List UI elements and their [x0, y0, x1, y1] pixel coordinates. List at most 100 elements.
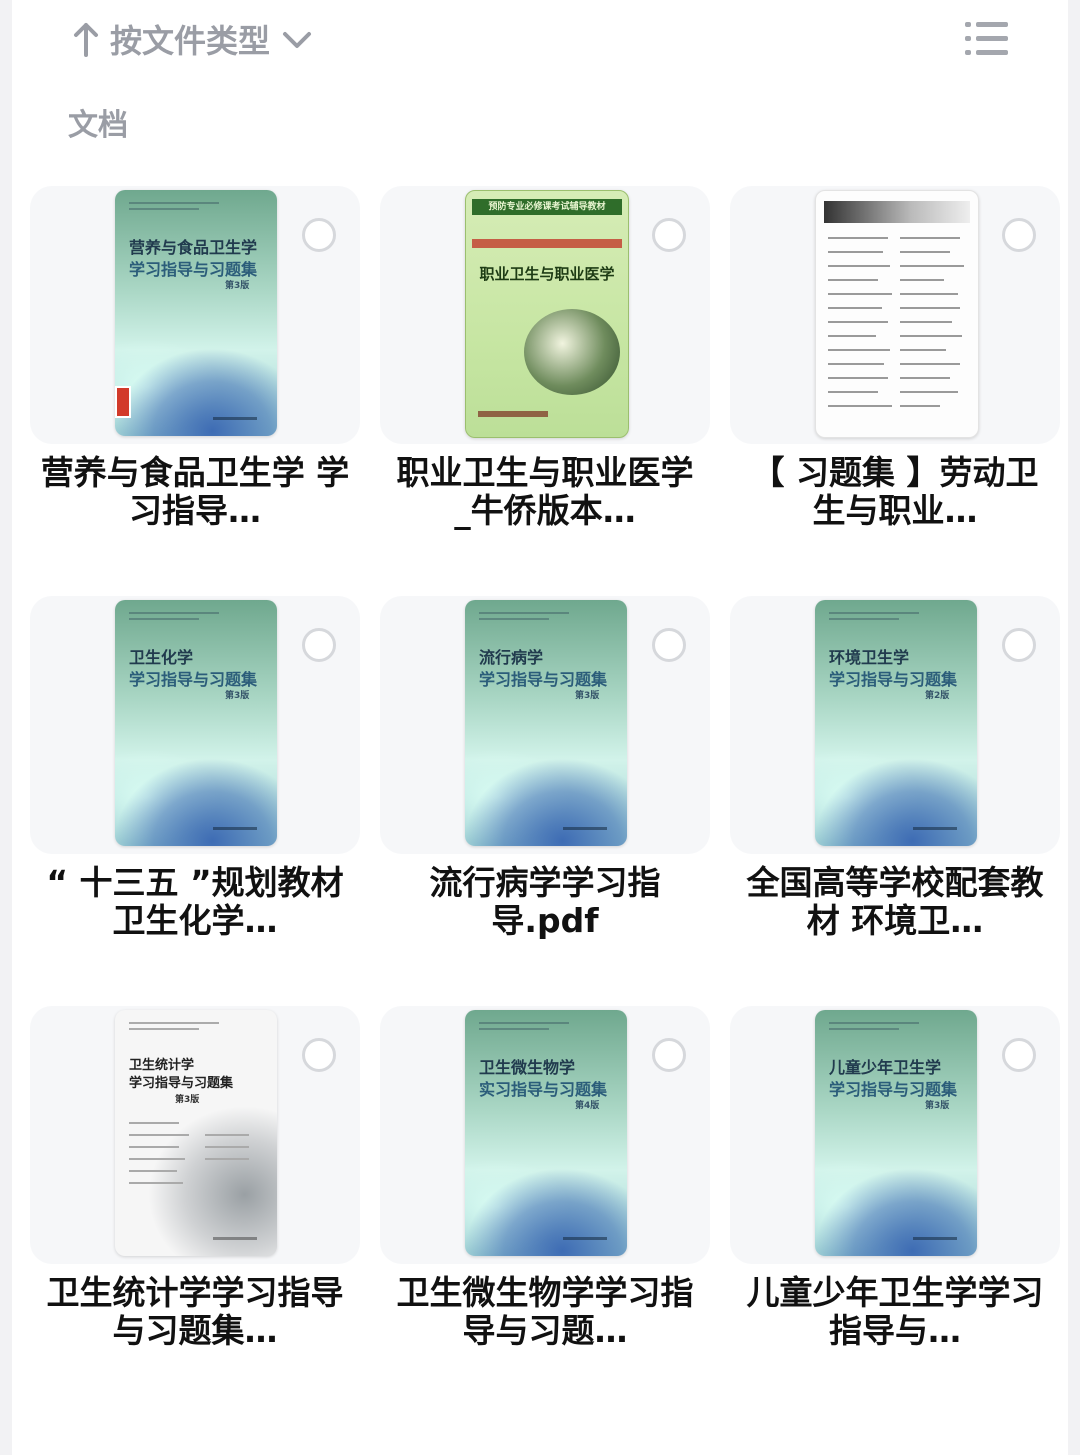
book-cover-thumbnail: 卫生微生物学 实习指导与习题集 第4版 [465, 1010, 627, 1256]
cover-title: 流行病学 [479, 648, 544, 667]
file-name: 【 习题集 】劳动卫生与职业… [751, 454, 1039, 530]
select-radio[interactable] [652, 218, 686, 252]
file-tile[interactable]: 营养与食品卫生学 学习指导与习题集 第3版 营养与食品卫生学 学习指导… [30, 186, 360, 566]
cover-header-line [129, 618, 199, 620]
text-line [900, 307, 960, 309]
cover-photo [524, 309, 620, 395]
cover-title: 卫生微生物学 [479, 1058, 576, 1077]
cover-header-line [829, 618, 899, 620]
file-name: 全国高等学校配套教材 环境卫… [746, 864, 1044, 940]
text-line [828, 293, 892, 295]
book-cover-thumbnail: 卫生化学 学习指导与习题集 第3版 [115, 600, 277, 846]
cover-header-line [129, 1022, 219, 1024]
select-radio[interactable] [652, 628, 686, 662]
text-line [828, 265, 890, 267]
sort-by-type-button[interactable]: 按文件类型 [72, 14, 314, 64]
text-line [900, 237, 960, 239]
text-line [828, 237, 888, 239]
file-tile[interactable]: 卫生化学 学习指导与习题集 第3版 “ 十三五 ”规划教材 卫生化学… [30, 596, 360, 976]
select-radio[interactable] [652, 1038, 686, 1072]
file-tile[interactable]: 儿童少年卫生学 学习指导与习题集 第3版 儿童少年卫生学学习指导与… [730, 1006, 1060, 1386]
author-line [205, 1146, 249, 1148]
cover-title: 卫生化学 [129, 648, 194, 667]
thumbnail-frame: 卫生化学 学习指导与习题集 第3版 [30, 596, 360, 854]
page-header [824, 201, 970, 223]
text-line [900, 265, 964, 267]
select-radio[interactable] [1002, 628, 1036, 662]
cover-title: 环境卫生学 [829, 648, 910, 667]
text-line [828, 335, 876, 337]
cover-subtitle: 学习指导与习题集 [829, 1080, 958, 1099]
thumbnail-frame: 流行病学 学习指导与习题集 第3版 [380, 596, 710, 854]
file-tile[interactable]: 【 习题集 】劳动卫生与职业… [730, 186, 1060, 566]
file-tile[interactable]: 卫生微生物学 实习指导与习题集 第4版 卫生微生物学学习指导与习题… [380, 1006, 710, 1386]
publisher-mark [213, 417, 257, 420]
file-tile[interactable]: 流行病学 学习指导与习题集 第3版 流行病学学习指导.pdf [380, 596, 710, 976]
book-cover-thumbnail: 预防专业必修课考试辅导教材 职业卫生与职业医学 [465, 190, 629, 438]
text-line [828, 307, 882, 309]
cover-subtitle: 学习指导与习题集 [129, 1076, 234, 1091]
cover-subtitle: 学习指导与习题集 [129, 260, 258, 279]
thumbnail-frame: 预防专业必修课考试辅导教材 职业卫生与职业医学 [380, 186, 710, 444]
text-line [900, 321, 952, 323]
file-tile[interactable]: 预防专业必修课考试辅导教材 职业卫生与职业医学 职业卫生与职业医学_牛侨版本… [380, 186, 710, 566]
list-view-icon[interactable] [962, 14, 1012, 64]
file-name: 卫生微生物学学习指导与习题… [396, 1274, 694, 1350]
thumbnail-frame: 卫生统计学 学习指导与习题集 第3版 [30, 1006, 360, 1264]
cover-edition: 第3版 [225, 281, 250, 291]
arrow-up-icon [74, 23, 98, 57]
cover-header-line [129, 612, 219, 614]
cover-header-line [129, 202, 219, 204]
file-tile[interactable]: 环境卫生学 学习指导与习题集 第2版 全国高等学校配套教材 环境卫… [730, 596, 1060, 976]
cover-subtitle: 学习指导与习题集 [479, 670, 608, 689]
cover-title: 儿童少年卫生学 [829, 1058, 942, 1077]
cover-band [472, 239, 622, 248]
cover-header-line [479, 612, 569, 614]
cover-header-line [479, 618, 549, 620]
text-line [828, 251, 883, 253]
sort-label: 按文件类型 [110, 22, 271, 60]
book-cover-thumbnail: 流行病学 学习指导与习题集 第3版 [465, 600, 627, 846]
library-stamp [115, 386, 131, 418]
cover-header-line [829, 612, 919, 614]
publisher-mark [213, 827, 257, 830]
thumbnail-frame: 卫生微生物学 实习指导与习题集 第4版 [380, 1006, 710, 1264]
text-line [900, 279, 944, 281]
publisher-mark [563, 1237, 607, 1240]
file-name: 流行病学学习指导.pdf [429, 864, 661, 940]
file-name: 儿童少年卫生学学习指导与… [746, 1274, 1044, 1350]
text-line [828, 391, 878, 393]
text-line [900, 293, 958, 295]
select-radio[interactable] [1002, 218, 1036, 252]
text-line [900, 251, 950, 253]
select-radio[interactable] [302, 1038, 336, 1072]
cover-subtitle: 学习指导与习题集 [129, 670, 258, 689]
document-page-thumbnail [815, 190, 979, 438]
author-line [129, 1158, 185, 1160]
text-line [900, 335, 962, 337]
author-line [129, 1170, 177, 1172]
top-bar: 按文件类型 [12, 0, 1068, 80]
publisher-mark [213, 1237, 257, 1240]
text-line [828, 377, 888, 379]
cover-title: 职业卫生与职业医学 [479, 265, 615, 283]
file-browser-screen: 按文件类型 文档 营养与食品卫生学 学习指导与习题集 第3版 营养与食品卫生学 … [12, 0, 1068, 1455]
cover-edition: 第3版 [575, 691, 600, 701]
chevron-down-icon [283, 32, 312, 48]
cover-edition: 第4版 [575, 1101, 600, 1111]
author-line [129, 1134, 189, 1136]
publisher-mark [913, 827, 957, 830]
cover-edition: 第2版 [925, 691, 950, 701]
cover-header-line [129, 1028, 199, 1030]
select-radio[interactable] [302, 628, 336, 662]
select-radio[interactable] [1002, 1038, 1036, 1072]
cover-edition: 第3版 [175, 1095, 200, 1105]
publisher-mark [478, 411, 548, 417]
cover-banner: 预防专业必修课考试辅导教材 [472, 199, 622, 215]
text-line [828, 405, 892, 407]
file-tile[interactable]: 卫生统计学 学习指导与习题集 第3版 卫生统计学学习指导与习题集… [30, 1006, 360, 1386]
book-cover-thumbnail: 营养与食品卫生学 学习指导与习题集 第3版 [115, 190, 277, 436]
file-name: 营养与食品卫生学 学习指导… [40, 454, 350, 530]
cover-header-line [479, 1028, 549, 1030]
select-radio[interactable] [302, 218, 336, 252]
